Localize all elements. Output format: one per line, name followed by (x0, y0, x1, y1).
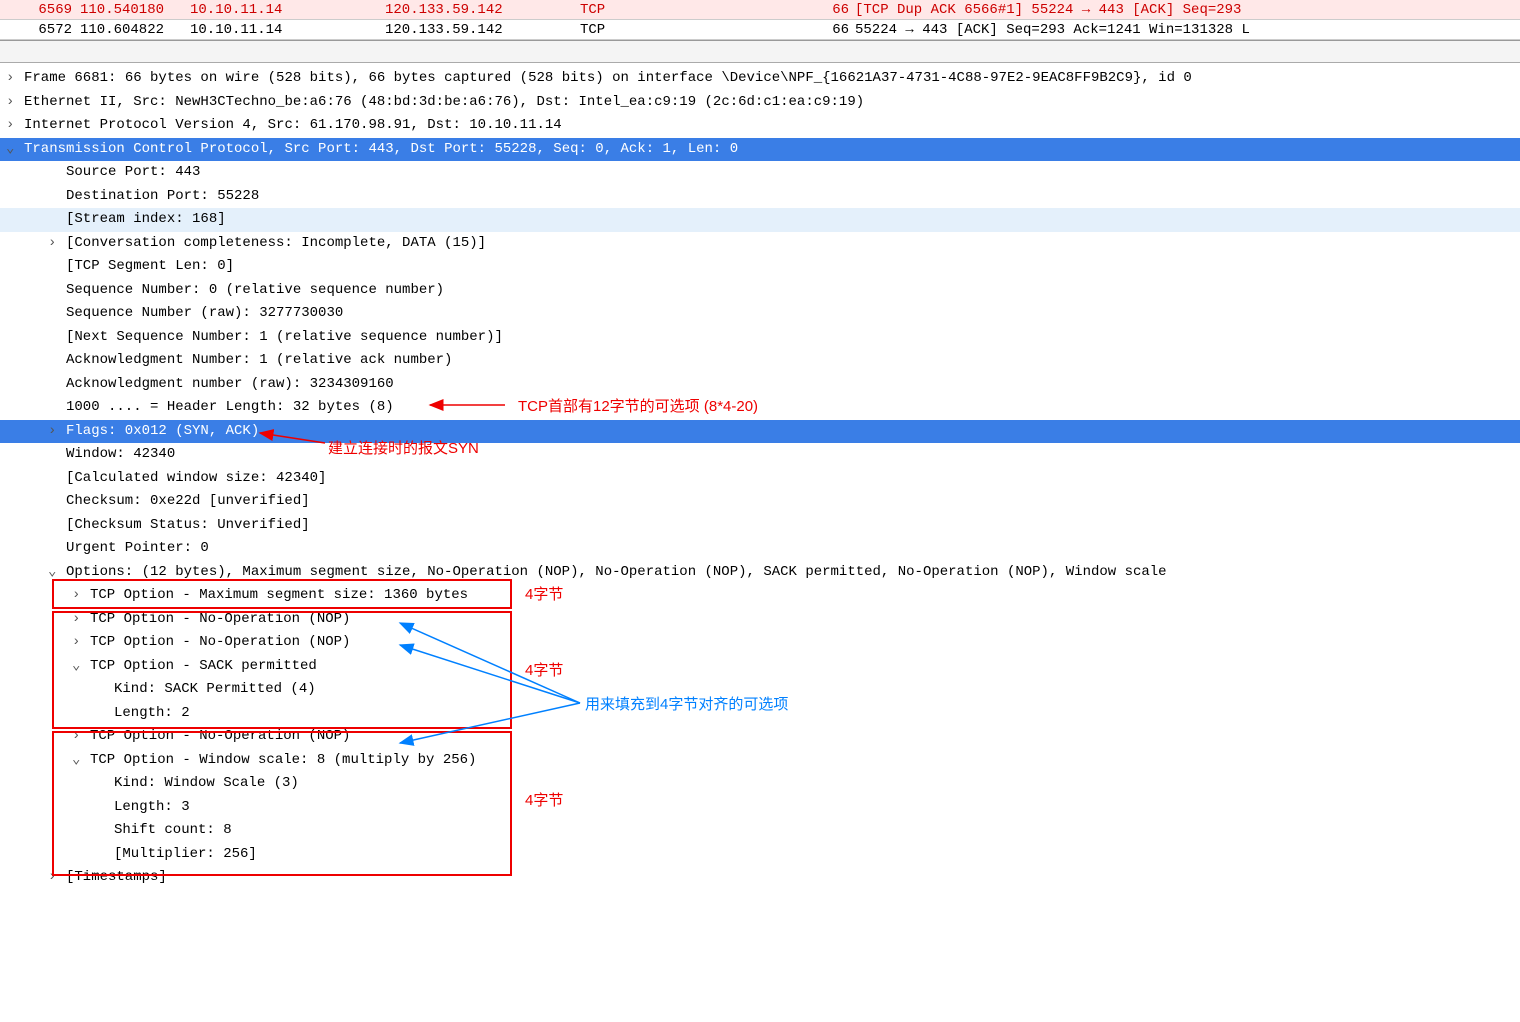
collapse-icon[interactable]: ⌄ (72, 655, 90, 679)
tree-dstport[interactable]: Destination Port: 55228 (0, 185, 1520, 209)
tree-opt-ws[interactable]: ⌄TCP Option - Window scale: 8 (multiply … (0, 749, 1520, 773)
col-protocol: TCP (580, 0, 815, 19)
tree-seqraw[interactable]: Sequence Number (raw): 3277730030 (0, 302, 1520, 326)
tree-timestamps[interactable]: ›[Timestamps] (0, 866, 1520, 890)
tree-conversation[interactable]: ›[Conversation completeness: Incomplete,… (0, 232, 1520, 256)
tree-nextseq[interactable]: [Next Sequence Number: 1 (relative seque… (0, 326, 1520, 350)
tree-opt-nop[interactable]: ›TCP Option - No-Operation (NOP) (0, 631, 1520, 655)
tree-srcport[interactable]: Source Port: 443 (0, 161, 1520, 185)
col-source: 10.10.11.14 (190, 0, 385, 19)
tree-urgent[interactable]: Urgent Pointer: 0 (0, 537, 1520, 561)
divider (0, 41, 1520, 63)
tree-opt-ws-kind[interactable]: Kind: Window Scale (3) (0, 772, 1520, 796)
expand-icon[interactable]: › (72, 608, 90, 632)
tree-frame[interactable]: ›Frame 6681: 66 bytes on wire (528 bits)… (0, 67, 1520, 91)
expand-icon[interactable]: › (6, 67, 24, 91)
col-info: 55224 → 443 [ACK] Seq=293 Ack=1241 Win=1… (855, 20, 1520, 39)
tree-chkstat[interactable]: [Checksum Status: Unverified] (0, 514, 1520, 538)
col-time: 110.540180 (80, 0, 190, 19)
tree-hdrlen[interactable]: 1000 .... = Header Length: 32 bytes (8) (0, 396, 1520, 420)
tree-opt-ws-shift[interactable]: Shift count: 8 (0, 819, 1520, 843)
expand-icon[interactable]: › (72, 631, 90, 655)
tree-tcp[interactable]: ⌄Transmission Control Protocol, Src Port… (0, 138, 1520, 162)
packet-row[interactable]: 6572 110.604822 10.10.11.14 120.133.59.1… (0, 20, 1520, 40)
collapse-icon[interactable]: ⌄ (48, 561, 66, 585)
tree-opt-ws-mult[interactable]: [Multiplier: 256] (0, 843, 1520, 867)
expand-icon[interactable]: › (48, 420, 66, 444)
col-number: 6569 (0, 0, 80, 19)
tree-flags[interactable]: ›Flags: 0x012 (SYN, ACK) (0, 420, 1520, 444)
col-destination: 120.133.59.142 (385, 20, 580, 39)
col-source: 10.10.11.14 (190, 20, 385, 39)
expand-icon[interactable]: › (6, 91, 24, 115)
tree-opt-nop[interactable]: ›TCP Option - No-Operation (NOP) (0, 725, 1520, 749)
tree-opt-sack-kind[interactable]: Kind: SACK Permitted (4) (0, 678, 1520, 702)
packet-details: ›Frame 6681: 66 bytes on wire (528 bits)… (0, 63, 1520, 894)
col-number: 6572 (0, 20, 80, 39)
collapse-icon[interactable]: ⌄ (6, 138, 24, 162)
expand-icon[interactable]: › (48, 866, 66, 890)
col-destination: 120.133.59.142 (385, 0, 580, 19)
tree-acknum[interactable]: Acknowledgment Number: 1 (relative ack n… (0, 349, 1520, 373)
packet-list: 6569 110.540180 10.10.11.14 120.133.59.1… (0, 0, 1520, 41)
expand-icon[interactable]: › (48, 232, 66, 256)
packet-row[interactable]: 6569 110.540180 10.10.11.14 120.133.59.1… (0, 0, 1520, 20)
tree-calcwin[interactable]: [Calculated window size: 42340] (0, 467, 1520, 491)
tree-opt-sack[interactable]: ⌄TCP Option - SACK permitted (0, 655, 1520, 679)
col-protocol: TCP (580, 20, 815, 39)
tree-ip[interactable]: ›Internet Protocol Version 4, Src: 61.17… (0, 114, 1520, 138)
tree-opt-mss[interactable]: ›TCP Option - Maximum segment size: 1360… (0, 584, 1520, 608)
tree-seglen[interactable]: [TCP Segment Len: 0] (0, 255, 1520, 279)
col-info: [TCP Dup ACK 6566#1] 55224 → 443 [ACK] S… (855, 0, 1520, 19)
collapse-icon[interactable]: ⌄ (72, 749, 90, 773)
tree-ethernet[interactable]: ›Ethernet II, Src: NewH3CTechno_be:a6:76… (0, 91, 1520, 115)
tree-seqnum[interactable]: Sequence Number: 0 (relative sequence nu… (0, 279, 1520, 303)
tree-stream[interactable]: [Stream index: 168] (0, 208, 1520, 232)
expand-icon[interactable]: › (72, 725, 90, 749)
col-time: 110.604822 (80, 20, 190, 39)
col-length: 66 (815, 20, 855, 39)
tree-checksum[interactable]: Checksum: 0xe22d [unverified] (0, 490, 1520, 514)
expand-icon[interactable]: › (72, 584, 90, 608)
tree-opt-sack-len[interactable]: Length: 2 (0, 702, 1520, 726)
tree-options[interactable]: ⌄Options: (12 bytes), Maximum segment si… (0, 561, 1520, 585)
expand-icon[interactable]: › (6, 114, 24, 138)
tree-opt-ws-len[interactable]: Length: 3 (0, 796, 1520, 820)
col-length: 66 (815, 0, 855, 19)
tree-ackraw[interactable]: Acknowledgment number (raw): 3234309160 (0, 373, 1520, 397)
tree-opt-nop[interactable]: ›TCP Option - No-Operation (NOP) (0, 608, 1520, 632)
tree-window[interactable]: Window: 42340 (0, 443, 1520, 467)
